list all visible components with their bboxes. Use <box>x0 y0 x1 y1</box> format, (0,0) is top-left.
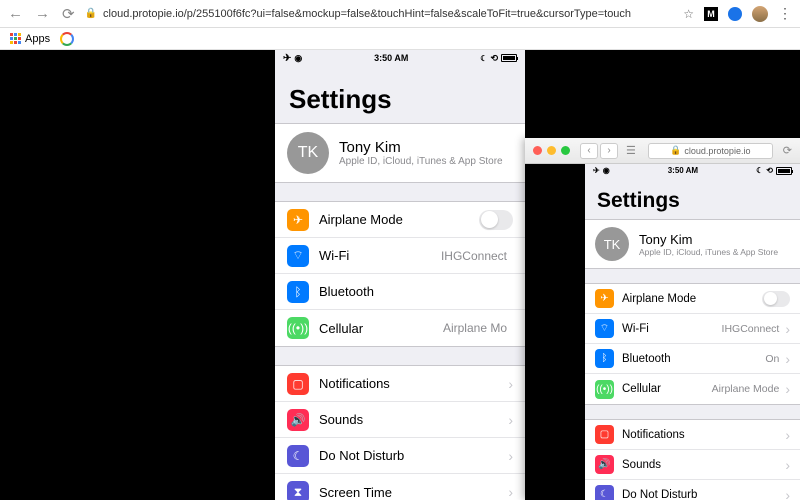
bluetooth-cell[interactable]: ᛒ Bluetooth <box>275 274 525 310</box>
clock: 3:50 AM <box>374 53 408 63</box>
screentime-cell[interactable]: ⧗ Screen Time › <box>275 474 525 500</box>
sounds-cell[interactable]: 🔊 Sounds › <box>275 402 525 438</box>
chevron-right-icon: › <box>785 457 790 473</box>
google-icon[interactable] <box>60 32 74 46</box>
reload-button[interactable]: ⟳ <box>62 5 75 23</box>
chevron-right-icon: › <box>508 448 513 464</box>
lock-icon: 🔒 <box>85 8 97 19</box>
sounds-icon: 🔊 <box>595 455 614 474</box>
window-controls[interactable] <box>533 146 570 155</box>
hourglass-icon: ⧗ <box>287 481 309 500</box>
moon-icon: ☾ <box>287 445 309 467</box>
dnd-cell[interactable]: ☾ Do Not Disturb › <box>275 438 525 474</box>
profile-name: Tony Kim <box>639 232 778 247</box>
airplane-switch[interactable] <box>479 210 513 230</box>
avatar: TK <box>287 132 329 174</box>
notifications-cell[interactable]: ▢ Notifications › <box>275 366 525 402</box>
status-bar: ✈ ◉ 3:50 AM ☾ ⟲ <box>275 50 525 66</box>
lock-icon: 🔒 <box>670 145 681 156</box>
back-button[interactable]: ← <box>8 5 23 23</box>
dnd-status-icon: ☾ <box>480 54 487 63</box>
bookmark-star-icon[interactable]: ☆ <box>683 7 694 21</box>
extension-blue-icon[interactable] <box>728 7 742 21</box>
sidebar-icon[interactable]: ☰ <box>626 144 636 157</box>
bluetooth-cell[interactable]: ᛒ Bluetooth On › <box>585 344 800 374</box>
safari-back-button[interactable]: ‹ <box>580 143 598 159</box>
chevron-right-icon: › <box>508 412 513 428</box>
airplane-switch[interactable] <box>762 291 790 307</box>
extension-m-icon[interactable]: M <box>704 7 718 21</box>
chevron-right-icon: › <box>785 351 790 367</box>
airplane-status-icon: ✈ <box>593 166 600 175</box>
avatar: TK <box>595 227 629 261</box>
chevron-right-icon: › <box>785 381 790 397</box>
sounds-icon: 🔊 <box>287 409 309 431</box>
profile-cell[interactable]: TK Tony Kim Apple ID, iCloud, iTunes & A… <box>275 124 525 182</box>
menu-icon[interactable]: ⋮ <box>778 5 792 22</box>
wifi-icon: ⌔ <box>595 319 614 338</box>
airplane-status-icon: ✈ <box>283 53 291 64</box>
safari-toolbar: ‹ › ☰ 🔒 cloud.protopie.io ⟳ <box>525 138 800 164</box>
sounds-cell[interactable]: 🔊 Sounds › <box>585 450 800 480</box>
page-title: Settings <box>275 66 525 123</box>
chevron-right-icon: › <box>508 376 513 392</box>
chevron-right-icon: › <box>785 427 790 443</box>
airplane-mode-cell[interactable]: ✈ Airplane Mode <box>275 202 525 238</box>
url-text: cloud.protopie.io/p/255100f6fc?ui=false&… <box>103 8 631 20</box>
phone-letterbox <box>525 164 585 500</box>
safari-address-bar[interactable]: 🔒 cloud.protopie.io <box>648 143 773 159</box>
profile-sub: Apple ID, iCloud, iTunes & App Store <box>639 247 778 257</box>
moon-icon: ☾ <box>595 485 614 500</box>
bookmarks-bar: Apps <box>0 28 800 50</box>
notifications-cell[interactable]: ▢ Notifications › <box>585 420 800 450</box>
cellular-cell[interactable]: ((•)) Cellular Airplane Mode › <box>585 374 800 404</box>
orientation-lock-icon: ⟲ <box>766 166 773 175</box>
chrome-toolbar: ← → ⟳ 🔒 cloud.protopie.io/p/255100f6fc?u… <box>0 0 800 28</box>
orientation-lock-icon: ⟲ <box>490 53 498 64</box>
safari-forward-button[interactable]: › <box>600 143 618 159</box>
profile-name: Tony Kim <box>339 139 503 156</box>
wifi-status-icon: ◉ <box>294 53 302 64</box>
notifications-icon: ▢ <box>595 425 614 444</box>
dnd-status-icon: ☾ <box>756 166 763 175</box>
page-title: Settings <box>585 177 800 219</box>
bluetooth-icon: ᛒ <box>595 349 614 368</box>
notifications-icon: ▢ <box>287 373 309 395</box>
battery-icon <box>776 167 792 175</box>
clock: 3:50 AM <box>668 166 698 175</box>
status-bar: ✈◉ 3:50 AM ☾⟲ <box>585 164 800 177</box>
phone-preview-large: ✈ ◉ 3:50 AM ☾ ⟲ Settings TK Tony Kim App… <box>275 50 525 500</box>
profile-cell[interactable]: TK Tony Kim Apple ID, iCloud, iTunes & A… <box>585 220 800 268</box>
chevron-right-icon: › <box>785 321 790 337</box>
wifi-status-icon: ◉ <box>603 166 610 175</box>
wifi-cell[interactable]: ⌔ Wi-Fi IHGConnect › <box>585 314 800 344</box>
chevron-right-icon: › <box>508 484 513 500</box>
apps-shortcut[interactable]: Apps <box>10 33 50 45</box>
forward-button[interactable]: → <box>35 5 50 23</box>
wifi-icon: ⌔ <box>287 245 309 267</box>
airplane-mode-cell[interactable]: ✈ Airplane Mode <box>585 284 800 314</box>
cellular-icon: ((•)) <box>287 317 309 339</box>
safari-reload-button[interactable]: ⟳ <box>783 144 792 157</box>
phone-preview-small: ✈◉ 3:50 AM ☾⟲ Settings TK Tony Kim Apple… <box>585 164 800 500</box>
address-bar[interactable]: 🔒 cloud.protopie.io/p/255100f6fc?ui=fals… <box>85 8 674 20</box>
dnd-cell[interactable]: ☾ Do Not Disturb › <box>585 480 800 500</box>
profile-avatar[interactable] <box>752 6 768 22</box>
airplane-icon: ✈ <box>287 209 309 231</box>
cellular-icon: ((•)) <box>595 380 614 399</box>
bluetooth-icon: ᛒ <box>287 281 309 303</box>
page-background: ✈ ◉ 3:50 AM ☾ ⟲ Settings TK Tony Kim App… <box>0 50 800 500</box>
apps-grid-icon <box>10 33 21 44</box>
chevron-right-icon: › <box>785 487 790 500</box>
safari-window: ‹ › ☰ 🔒 cloud.protopie.io ⟳ ✈◉ 3:50 AM ☾… <box>525 138 800 500</box>
wifi-cell[interactable]: ⌔ Wi-Fi IHGConnect <box>275 238 525 274</box>
airplane-icon: ✈ <box>595 289 614 308</box>
battery-icon <box>501 54 517 62</box>
cellular-cell[interactable]: ((•)) Cellular Airplane Mo <box>275 310 525 346</box>
profile-sub: Apple ID, iCloud, iTunes & App Store <box>339 156 503 167</box>
